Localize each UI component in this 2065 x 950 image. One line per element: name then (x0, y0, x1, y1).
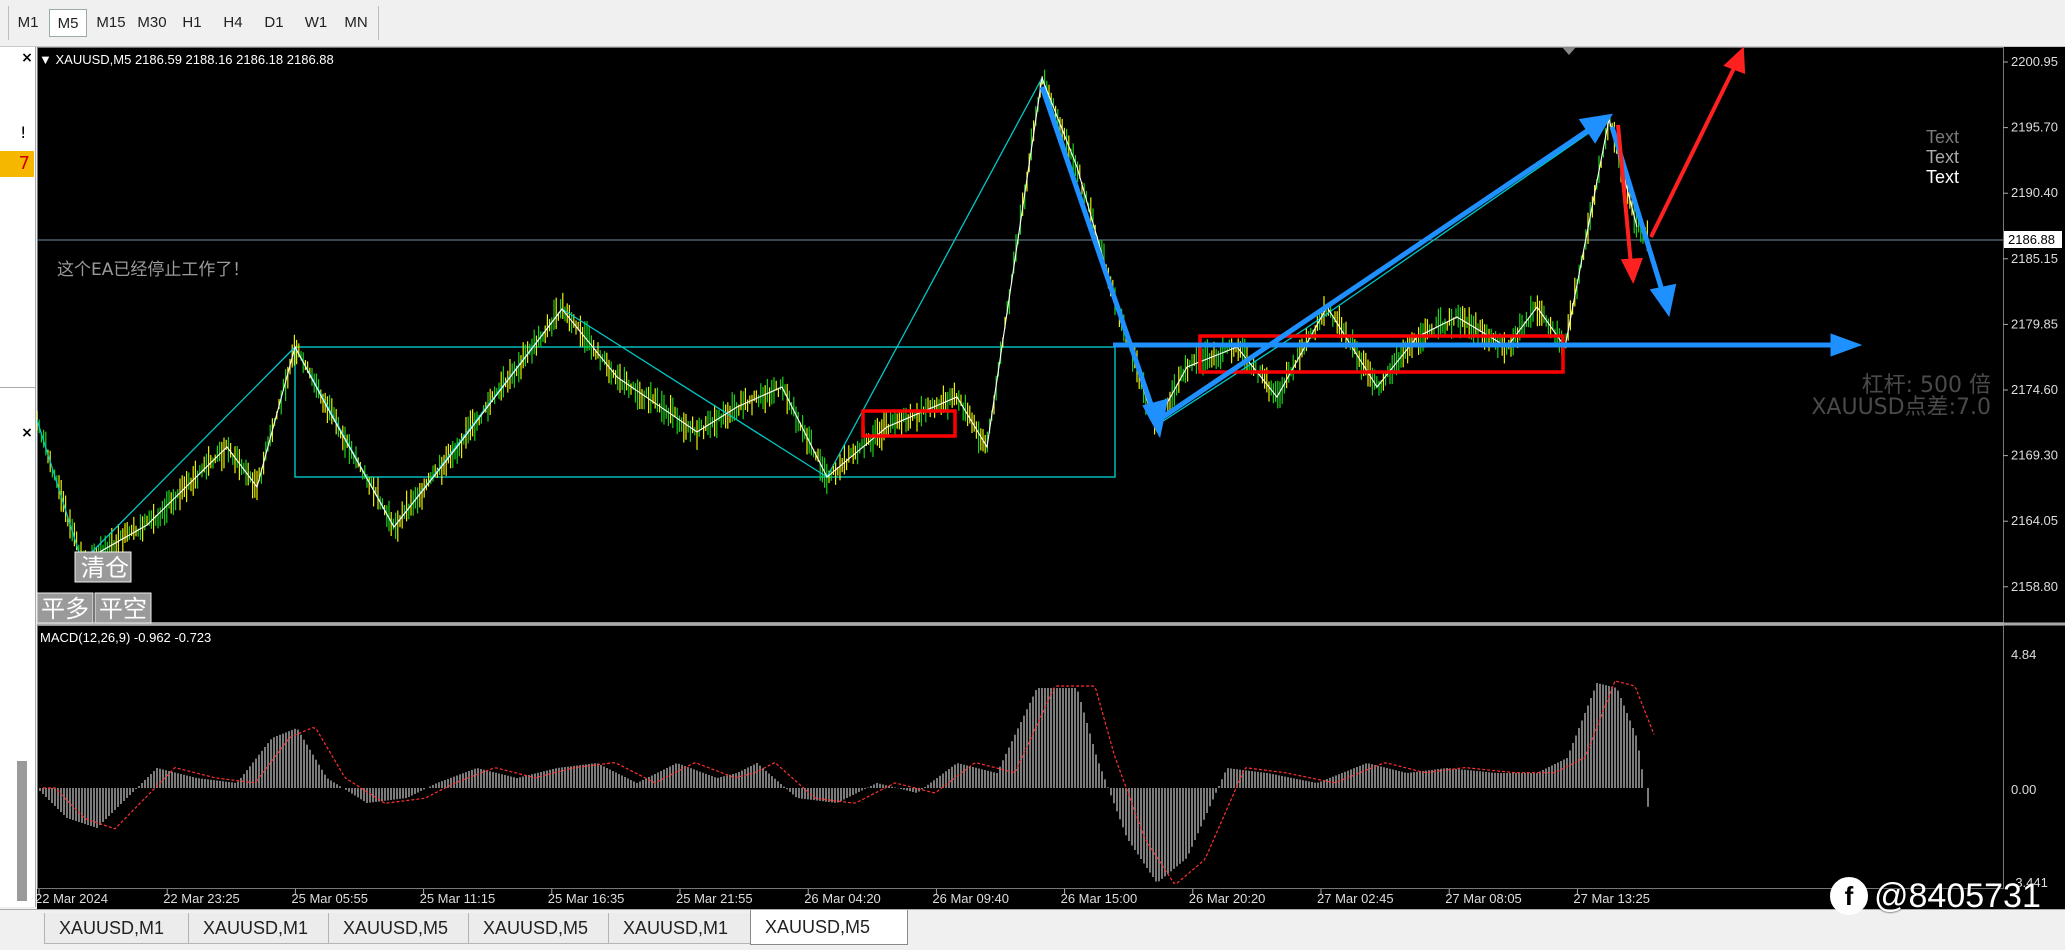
svg-text:平多: 平多 (41, 595, 89, 623)
macd-histogram (39, 683, 1649, 882)
time-tick-label: 25 Mar 16:35 (548, 891, 625, 906)
time-tick-label: 26 Mar 09:40 (932, 891, 1009, 906)
time-tick-label: 27 Mar 02:45 (1317, 891, 1394, 906)
chart-tab-6-active[interactable]: XAUUSD,M5 (750, 910, 908, 945)
close-short-button[interactable]: 平空 (94, 592, 152, 624)
price-tick-label: 2179.85 (2011, 316, 2058, 331)
time-tick-label: 26 Mar 20:20 (1189, 891, 1266, 906)
close-icon[interactable]: × (20, 50, 34, 66)
price-tick-label: 2158.80 (2011, 579, 2058, 594)
timeframe-toolbar: M1 M5 M15 M30 H1 H4 D1 W1 MN (0, 0, 2065, 47)
macd-tick-label: 0.00 (2011, 782, 2036, 797)
timeframe-m15[interactable]: M15 (92, 9, 130, 37)
timeframe-mn[interactable]: MN (338, 9, 374, 37)
time-tick-label: 22 Mar 2024 (37, 891, 108, 906)
timeframe-d1[interactable]: D1 (257, 9, 291, 37)
chart-tab-bar: XAUUSD,M1 XAUUSD,M1 XAUUSD,M5 XAUUSD,M5 … (0, 909, 2065, 950)
zigzag-line (37, 76, 1610, 564)
trend-line (81, 75, 1638, 563)
alert-mark: ! (20, 123, 27, 142)
time-tick-label: 27 Mar 13:25 (1573, 891, 1650, 906)
chart-tab-5[interactable]: XAUUSD,M1 (608, 913, 766, 944)
side-label-1: Text (1926, 127, 1959, 147)
time-tick-label: 22 Mar 23:25 (163, 891, 240, 906)
facebook-icon: f (1830, 877, 1868, 915)
panel-divider (0, 387, 35, 388)
timeframe-m30[interactable]: M30 (133, 9, 171, 37)
chart-tab-2[interactable]: XAUUSD,M1 (188, 913, 346, 944)
timeframe-h1[interactable]: H1 (175, 9, 209, 37)
spread-label: XAUUSD点差:7.0 (1811, 395, 1991, 420)
price-tick-label: 2200.95 (2011, 54, 2058, 69)
time-axis: 22 Mar 2024 22 Mar 23:25 25 Mar 05:55 25 Ma… (37, 889, 1650, 906)
panel-scrollbar[interactable] (17, 761, 27, 901)
side-label-3: Text (1926, 167, 1959, 187)
macd-signal-line (43, 680, 1655, 884)
time-tick-label: 27 Mar 08:05 (1445, 891, 1522, 906)
ea-status-message: 这个EA已经停止工作了！ (57, 260, 249, 280)
scroll-marker (1562, 47, 1576, 55)
navigator-panel: × ! 7 × (0, 47, 36, 907)
macd-axis: 4.840.00-3.441 (2011, 647, 2048, 890)
candles (37, 69, 1649, 577)
chart-header: ▼ XAUUSD,M5 2186.59 2188.16 2186.18 2186… (39, 52, 334, 67)
timeframe-w1[interactable]: W1 (298, 9, 334, 37)
close-all-button[interactable]: 清仓 (74, 551, 132, 583)
price-tick-label: 2164.05 (2011, 513, 2058, 528)
price-axis: 2200.95 2195.70 2190.40 2185.15 2179.85 2174.… (2003, 54, 2058, 594)
chart-tab-3[interactable]: XAUUSD,M5 (328, 913, 486, 944)
main-chart-frame (37, 47, 2004, 623)
price-tick-label: 2169.30 (2011, 448, 2058, 463)
chart-tab-1[interactable]: XAUUSD,M1 (44, 913, 202, 944)
close-long-button[interactable]: 平多 (37, 592, 94, 624)
macd-label: MACD(12,26,9) -0.962 -0.723 (40, 630, 211, 645)
time-tick-label: 26 Mar 04:20 (804, 891, 881, 906)
time-tick-label: 25 Mar 21:55 (676, 891, 753, 906)
blue-arrows (1039, 86, 1863, 439)
time-tick-label: 26 Mar 15:00 (1061, 891, 1138, 906)
timeframe-h4[interactable]: H4 (216, 9, 250, 37)
macd-tick-label: 4.84 (2011, 647, 2036, 662)
close-icon[interactable]: × (20, 425, 34, 441)
side-label-2: Text (1926, 147, 1959, 167)
count-badge: 7 (0, 151, 34, 177)
chart-tab-4[interactable]: XAUUSD,M5 (468, 913, 626, 944)
price-tick-label: 2174.60 (2011, 382, 2058, 397)
current-price-label: 2186.88 (2008, 232, 2055, 247)
svg-text:清仓: 清仓 (81, 554, 129, 582)
social-watermark: f @8405731 (1830, 876, 2041, 916)
watermark-handle: @8405731 (1874, 876, 2041, 915)
toolbar-separator (8, 6, 9, 40)
svg-text:平空: 平空 (99, 595, 147, 623)
red-arrows (1616, 47, 1746, 285)
time-tick-label: 25 Mar 05:55 (291, 891, 368, 906)
chart-window[interactable]: 2200.95 2195.70 2190.40 2185.15 2179.85 2174.… (37, 47, 2065, 909)
timeframe-m1[interactable]: M1 (13, 9, 43, 37)
price-tick-label: 2185.15 (2011, 251, 2058, 266)
time-tick-label: 25 Mar 11:15 (420, 891, 496, 906)
timeframe-m5[interactable]: M5 (49, 9, 87, 37)
price-chart[interactable]: 2200.95 2195.70 2190.40 2185.15 2179.85 2174.… (37, 47, 2065, 909)
toolbar-separator (378, 6, 379, 40)
price-tick-label: 2195.70 (2011, 120, 2058, 135)
price-tick-label: 2190.40 (2011, 185, 2058, 200)
